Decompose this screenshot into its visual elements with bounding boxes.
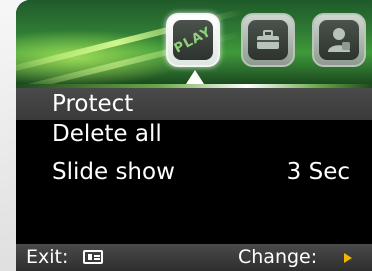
right-arrow-icon: [344, 253, 352, 263]
exit-hint-label: Exit:: [26, 246, 69, 268]
setup-mode-tab[interactable]: [312, 13, 366, 67]
menu-item-slide-show[interactable]: Slide show 3 Sec: [16, 156, 372, 188]
change-hint-label: Change:: [238, 246, 318, 268]
menu-item-protect[interactable]: Protect: [16, 88, 372, 120]
play-mode-icon: PLAY: [171, 20, 215, 60]
camera-screen: PLAY Protect Delete all Slide show 3 Sec…: [16, 0, 372, 271]
person-setup-mode-icon: [319, 20, 359, 60]
toolbox-mode-tab[interactable]: [241, 13, 295, 67]
mode-header: PLAY: [16, 0, 372, 100]
menu-key-icon: [83, 250, 103, 264]
menu-item-delete-all[interactable]: Delete all: [16, 118, 372, 150]
button-hint-bar: Exit: Change:: [16, 244, 372, 271]
active-mode-pointer: [186, 70, 204, 84]
slide-show-interval-value: 3 Sec: [286, 159, 350, 185]
menu-item-label: Slide show: [52, 159, 175, 185]
menu-item-label: Protect: [52, 91, 134, 117]
play-mode-tab[interactable]: PLAY: [166, 13, 220, 67]
play-mode-label: PLAY: [171, 23, 215, 57]
menu-item-label: Delete all: [52, 121, 162, 147]
toolbox-mode-icon: [248, 20, 288, 60]
